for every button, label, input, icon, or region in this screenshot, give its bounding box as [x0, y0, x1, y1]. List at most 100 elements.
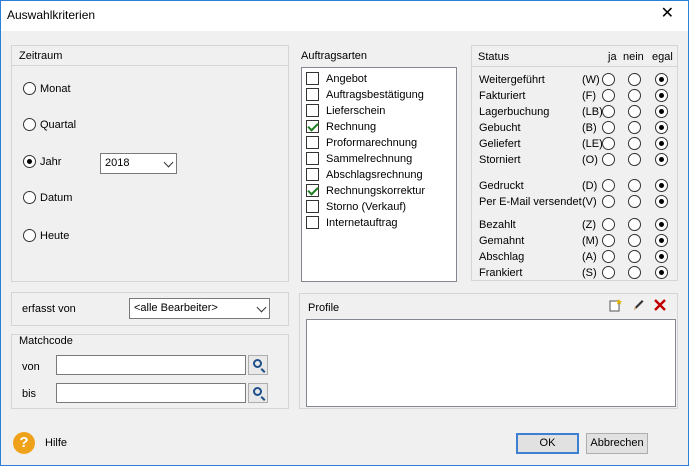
cancel-button[interactable]: Abbrechen [586, 433, 648, 454]
zeitraum-option-label: Jahr [40, 156, 62, 168]
profile-list[interactable] [306, 319, 676, 407]
status-radio-nein[interactable] [628, 266, 641, 279]
status-row-key: (O) [582, 154, 598, 166]
status-radio-egal[interactable] [655, 250, 668, 263]
auftragsart-label: Sammelrechnung [326, 153, 413, 165]
new-icon[interactable] [607, 298, 623, 314]
auftragsart-checkbox[interactable] [306, 184, 319, 197]
status-radio-egal[interactable] [655, 153, 668, 166]
status-radio-nein[interactable] [628, 250, 641, 263]
auftragsart-checkbox[interactable] [306, 168, 319, 181]
auftragsart-label: Rechnung [326, 121, 377, 133]
zeitraum-option-label: Monat [40, 83, 71, 95]
status-radio-egal[interactable] [655, 89, 668, 102]
delete-icon[interactable] [652, 298, 668, 314]
zeitraum-radio-0[interactable] [23, 82, 36, 95]
zeitraum-option-label: Datum [40, 192, 73, 204]
zeitraum-radio-1[interactable] [23, 118, 36, 131]
ok-button[interactable]: OK [516, 433, 579, 454]
auftragsart-checkbox[interactable] [306, 88, 319, 101]
status-radio-egal[interactable] [655, 105, 668, 118]
status-row-label: Gemahnt [479, 235, 525, 247]
status-radio-nein[interactable] [628, 137, 641, 150]
auftragsarten-header: Auftragsarten [301, 50, 368, 62]
status-row-key: (W) [582, 74, 600, 86]
status-radio-ja[interactable] [602, 89, 615, 102]
status-radio-nein[interactable] [628, 218, 641, 231]
status-radio-ja[interactable] [602, 73, 615, 86]
status-row-key: (D) [582, 180, 598, 192]
status-radio-ja[interactable] [602, 153, 615, 166]
status-radio-nein[interactable] [628, 179, 641, 192]
status-radio-egal[interactable] [655, 218, 668, 231]
auftragsart-label: Lieferschein [326, 105, 386, 117]
status-radio-egal[interactable] [655, 137, 668, 150]
help-icon[interactable]: ? [13, 432, 35, 454]
status-row-label: Geliefert [479, 138, 521, 150]
status-radio-egal[interactable] [655, 234, 668, 247]
status-radio-nein[interactable] [628, 234, 641, 247]
status-radio-ja[interactable] [602, 234, 615, 247]
status-row-key: (S) [582, 267, 597, 279]
auftragsart-checkbox[interactable] [306, 104, 319, 117]
status-radio-egal[interactable] [655, 195, 668, 208]
status-radio-ja[interactable] [602, 266, 615, 279]
status-row-key: (F) [582, 90, 597, 102]
year-select[interactable]: 2018 [100, 153, 177, 174]
dialog-window: Auswahlkriterien ✕ Zeitraum Monat Quartal… [0, 0, 689, 466]
bearbeiter-select[interactable]: <alle Bearbeiter> [129, 298, 270, 319]
status-radio-egal[interactable] [655, 73, 668, 86]
status-radio-egal[interactable] [655, 121, 668, 134]
bearbeiter-select-value: <alle Bearbeiter> [134, 302, 218, 314]
edit-icon[interactable] [630, 298, 646, 314]
von-search-button[interactable] [248, 355, 268, 375]
auftragsart-checkbox[interactable] [306, 216, 319, 229]
status-radio-ja[interactable] [602, 218, 615, 231]
status-header: Status [478, 51, 510, 63]
status-radio-ja[interactable] [602, 250, 615, 263]
bis-search-button[interactable] [248, 383, 268, 403]
status-row-label: Frankiert [479, 267, 523, 279]
zeitraum-radio-4[interactable] [23, 229, 36, 242]
status-radio-nein[interactable] [628, 89, 641, 102]
auftragsarten-list: Angebot Auftragsbestätigung Lieferschein Re… [301, 67, 457, 282]
year-select-value: 2018 [105, 157, 130, 169]
status-radio-nein[interactable] [628, 195, 641, 208]
help-label[interactable]: Hilfe [45, 437, 67, 449]
zeitraum-header: Zeitraum [19, 50, 63, 62]
bis-input[interactable] [56, 383, 246, 403]
status-radio-nein[interactable] [628, 73, 641, 86]
bis-label: bis [22, 388, 37, 400]
von-input[interactable] [56, 355, 246, 375]
zeitraum-radio-2[interactable] [23, 155, 36, 168]
status-radio-nein[interactable] [628, 105, 641, 118]
auftragsart-checkbox[interactable] [306, 152, 319, 165]
zeitraum-radio-3[interactable] [23, 191, 36, 204]
erfasst-label: erfasst von [22, 303, 76, 315]
status-radio-ja[interactable] [602, 121, 615, 134]
status-radio-egal[interactable] [655, 179, 668, 192]
chevron-down-icon [256, 302, 267, 313]
status-row-label: Gebucht [479, 122, 521, 134]
status-radio-nein[interactable] [628, 153, 641, 166]
auftragsart-checkbox[interactable] [306, 72, 319, 85]
status-radio-nein[interactable] [628, 121, 641, 134]
status-radio-ja[interactable] [602, 195, 615, 208]
auftragsart-checkbox[interactable] [306, 120, 319, 133]
status-radio-ja[interactable] [602, 105, 615, 118]
status-row-key: (A) [582, 251, 597, 263]
auftragsart-label: Storno (Verkauf) [326, 201, 407, 213]
auftragsart-checkbox[interactable] [306, 200, 319, 213]
auftragsart-label: Abschlagsrechnung [326, 169, 423, 181]
auftragsart-label: Angebot [326, 73, 367, 85]
close-icon[interactable]: ✕ [661, 6, 674, 22]
status-radio-egal[interactable] [655, 266, 668, 279]
search-icon [253, 387, 262, 396]
matchcode-header: Matchcode [19, 335, 73, 347]
status-row-label: Lagerbuchung [479, 106, 550, 118]
zeitraum-option-label: Heute [40, 230, 70, 242]
status-radio-ja[interactable] [602, 137, 615, 150]
status-radio-ja[interactable] [602, 179, 615, 192]
window-title: Auswahlkriterien [7, 8, 96, 22]
auftragsart-checkbox[interactable] [306, 136, 319, 149]
